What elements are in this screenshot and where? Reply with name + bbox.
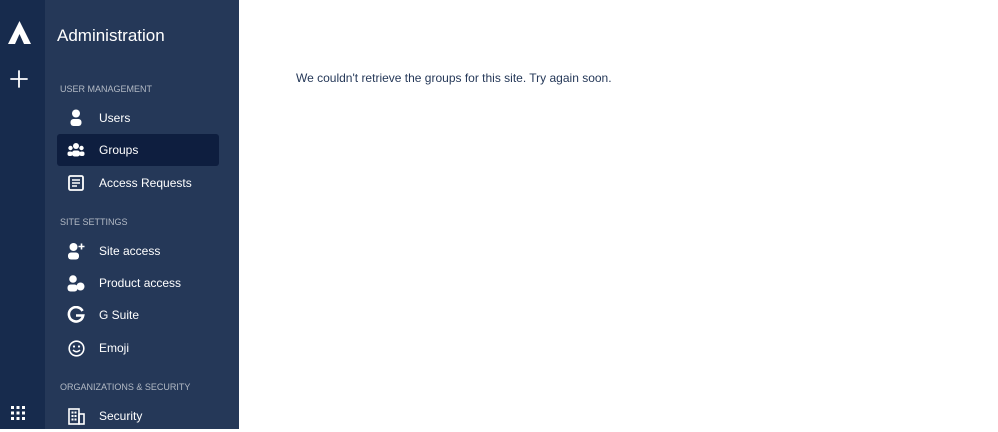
emoji-icon [67,339,85,357]
sidebar-item-g-suite[interactable]: G Suite [57,299,219,331]
person-product-icon [67,274,85,292]
person-icon [67,109,85,127]
section-label-site-settings: SITE SETTINGS [60,217,128,227]
people-group-icon [67,141,85,159]
atlassian-logo-icon[interactable] [7,20,32,45]
sidebar-item-label: Site access [99,244,161,258]
plus-icon[interactable] [8,68,30,90]
sidebar-item-product-access[interactable]: Product access [57,267,219,299]
sidebar-item-label: Users [99,111,131,125]
document-icon [67,174,85,192]
sidebar-item-site-access[interactable]: Site access [57,235,219,267]
sidebar-item-users[interactable]: Users [57,102,219,134]
admin-sidebar: Administration USER MANAGEMENT Users Gro… [45,0,239,429]
sidebar-item-label: G Suite [99,308,140,322]
sidebar-item-label: Emoji [99,341,130,355]
sidebar-item-security[interactable]: Security [57,400,219,432]
section-label-user-management: USER MANAGEMENT [60,84,153,94]
sidebar-item-label: Security [99,409,143,423]
sidebar-item-label: Access Requests [99,176,192,190]
person-add-icon [67,242,85,260]
error-message: We couldn't retrieve the groups for this… [296,71,612,85]
sidebar-item-access-requests[interactable]: Access Requests [57,167,219,199]
section-label-organizations-security: ORGANIZATIONS & SECURITY [60,382,191,392]
sidebar-title: Administration [57,26,165,45]
sidebar-item-label: Product access [99,276,182,290]
global-navigation [0,0,45,429]
building-icon [67,407,85,425]
google-icon [67,306,85,324]
app-grid-icon[interactable] [11,406,25,420]
sidebar-item-label: Groups [99,143,139,157]
sidebar-item-emoji[interactable]: Emoji [57,332,219,364]
sidebar-item-groups[interactable]: Groups [57,134,219,166]
